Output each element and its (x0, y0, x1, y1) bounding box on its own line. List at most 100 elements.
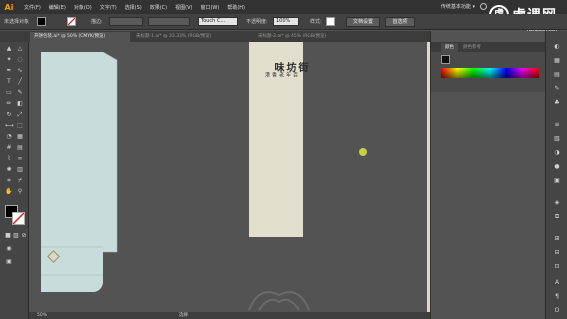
color-panel: 颜色 颜色参考 (430, 31, 546, 319)
transparency-icon[interactable]: ◑ (553, 149, 561, 157)
perspective-grid-tool-icon[interactable]: ▦ (16, 133, 24, 141)
cursor-icon (359, 148, 367, 156)
pathfinder-icon[interactable]: ⊟ (553, 249, 561, 257)
curvature-tool-icon[interactable]: ∿ (16, 67, 24, 75)
opacity-field[interactable]: 100% (273, 17, 299, 26)
menu-type[interactable]: 文字(T) (100, 4, 117, 11)
shape-builder-tool-icon[interactable]: ◔ (5, 133, 13, 141)
color-guide-icon[interactable]: ▦ (553, 57, 561, 65)
brush-definition-field[interactable]: Touch C... (198, 17, 238, 26)
screen-mode-icon[interactable]: ▣ (5, 258, 13, 266)
document-tabs: 开饼包装.ai* @ 50% (CMYK/预览) 未标题-1.ai* @ 33.… (0, 31, 430, 42)
pencil-tool-icon[interactable]: ✏ (5, 100, 13, 108)
color-mode-icon[interactable]: ■ (4, 232, 12, 240)
scale-tool-icon[interactable]: ⤢ (16, 111, 24, 119)
packaging-side-flap (103, 52, 118, 253)
panel-fill-swatch[interactable] (441, 55, 450, 64)
menu-effect[interactable]: 效果(C) (150, 4, 167, 11)
current-tool-status: 选择 (179, 313, 188, 318)
slice-tool-icon[interactable]: ⌿ (16, 177, 24, 185)
layers-icon[interactable]: ◈ (553, 199, 561, 207)
eyedropper-tool-icon[interactable]: ⌇ (5, 155, 13, 163)
mesh-tool-icon[interactable]: # (5, 144, 13, 152)
panel-header: 颜色 颜色参考 (431, 42, 546, 52)
rotate-tool-icon[interactable]: ↻ (5, 111, 13, 119)
stroke-swatch[interactable] (67, 17, 76, 26)
type-tool-icon[interactable]: T (5, 78, 13, 86)
artboards-icon[interactable]: ⧉ (553, 213, 561, 221)
transform-icon[interactable]: ⊡ (553, 263, 561, 271)
selection-status: 未选择对象 (4, 19, 30, 25)
tools-panel: ▲ △ ✦ ◌ ✒ ∿ T ╱ ▭ ✎ ✏ ◧ ↻ ⤢ ⟷ ⬚ ◔ ▦ # ▤ … (0, 42, 29, 319)
document-setup-button[interactable]: 文档设置 (346, 17, 380, 27)
graphic-styles-icon[interactable]: ▣ (553, 177, 561, 185)
hand-tool-icon[interactable]: ✋ (5, 188, 13, 196)
label-subtitle: 百年老香港 (264, 72, 298, 77)
paragraph-icon[interactable]: ¶ (553, 293, 561, 301)
no-stroke-icon (68, 18, 75, 25)
label-strip: 街坊味 百年老香港 (249, 42, 307, 237)
menu-window[interactable]: 窗口(W) (200, 4, 219, 11)
tab-color-guide[interactable]: 颜色参考 (459, 43, 485, 52)
color-panel-body (431, 52, 546, 92)
draw-mode-icon[interactable]: ◉ (5, 245, 13, 253)
direct-selection-tool-icon[interactable]: △ (16, 45, 24, 53)
artboard-tool-icon[interactable]: ⌗ (5, 177, 13, 185)
status-bar: 50% 选择 (29, 312, 430, 319)
color-panel-icon[interactable]: ◐ (553, 43, 561, 51)
gradient-tool-icon[interactable]: ▤ (16, 144, 24, 152)
color-spectrum-ramp[interactable] (441, 68, 539, 78)
blend-tool-icon[interactable]: ∞ (16, 155, 24, 163)
line-tool-icon[interactable]: ╱ (16, 78, 24, 86)
align-icon[interactable]: ⊞ (553, 235, 561, 243)
swatches-icon[interactable]: ▤ (553, 71, 561, 79)
tab-document-1[interactable]: 开饼包装.ai* @ 50% (CMYK/预览) (30, 32, 130, 42)
menu-file[interactable]: 文件(F) (24, 4, 41, 11)
tab-document-2[interactable]: 未标题-1.ai* @ 33.33% (RGB/预览) (132, 32, 252, 42)
free-transform-tool-icon[interactable]: ⬚ (16, 122, 24, 130)
appearance-icon[interactable]: ● (553, 163, 561, 171)
tab-color[interactable]: 颜色 (441, 43, 458, 52)
menu-select[interactable]: 选择(S) (125, 4, 142, 11)
graphic-style-swatch[interactable] (326, 17, 335, 26)
none-mode-icon[interactable]: ⊘ (20, 232, 28, 240)
search-icon[interactable] (480, 3, 487, 10)
panel-dock: ◐ ▦ ▤ ✎ ♣ ≡ ▧ ◑ ● ▣ ◈ ⧉ ⊞ ⊟ ⊡ A ¶ O (545, 31, 567, 319)
rectangle-tool-icon[interactable]: ▭ (5, 89, 13, 97)
workspace-switcher[interactable]: 传统基本功能 ▾ (441, 3, 475, 10)
menu-bar: Ai 文件(F) 编辑(E) 对象(O) 文字(T) 选择(S) 效果(C) 视… (0, 0, 567, 33)
lasso-tool-icon[interactable]: ◌ (16, 56, 24, 64)
zoom-tool-icon[interactable]: ⚲ (16, 188, 24, 196)
menu-edit[interactable]: 编辑(E) (49, 4, 66, 11)
eraser-tool-icon[interactable]: ◧ (16, 100, 24, 108)
symbols-icon[interactable]: ♣ (553, 99, 561, 107)
stroke-color-icon[interactable] (12, 212, 25, 225)
control-bar: 未选择对象 描边: Touch C... 不透明度: 100% 样式: 文档设置… (0, 14, 567, 30)
preferences-button[interactable]: 首选项 (385, 17, 415, 27)
paintbrush-tool-icon[interactable]: ✎ (16, 89, 24, 97)
menu-view[interactable]: 视图(V) (175, 4, 192, 11)
selection-tool-icon[interactable]: ▲ (5, 45, 13, 53)
zoom-level[interactable]: 50% (37, 312, 47, 319)
menu-help[interactable]: 帮助(H) (227, 4, 245, 11)
opentype-icon[interactable]: O (553, 307, 561, 315)
gradient-mode-icon[interactable]: ▨ (12, 232, 20, 240)
gradient-panel-icon[interactable]: ▧ (553, 135, 561, 143)
magic-wand-tool-icon[interactable]: ✦ (5, 56, 13, 64)
graph-tool-icon[interactable]: ▥ (16, 166, 24, 174)
character-icon[interactable]: A (553, 279, 561, 287)
menu-object[interactable]: 对象(O) (74, 4, 92, 11)
stroke-label: 描边: (91, 19, 103, 25)
canvas[interactable]: 街坊味 百年老香港 (29, 42, 430, 312)
width-tool-icon[interactable]: ⟷ (5, 122, 14, 130)
stroke-panel-icon[interactable]: ≡ (553, 121, 561, 129)
tab-document-3[interactable]: 未标题-2.ai* @ 45% (RGB/预览) (254, 32, 364, 42)
symbol-sprayer-tool-icon[interactable]: ✺ (5, 166, 13, 174)
brushes-icon[interactable]: ✎ (553, 85, 561, 93)
none-icon (13, 213, 24, 224)
pen-tool-icon[interactable]: ✒ (5, 67, 13, 75)
fill-swatch[interactable] (37, 17, 46, 26)
illustrator-logo-icon: Ai (4, 2, 14, 12)
stroke-weight-field[interactable] (109, 17, 143, 26)
variable-width-field[interactable] (148, 17, 190, 26)
